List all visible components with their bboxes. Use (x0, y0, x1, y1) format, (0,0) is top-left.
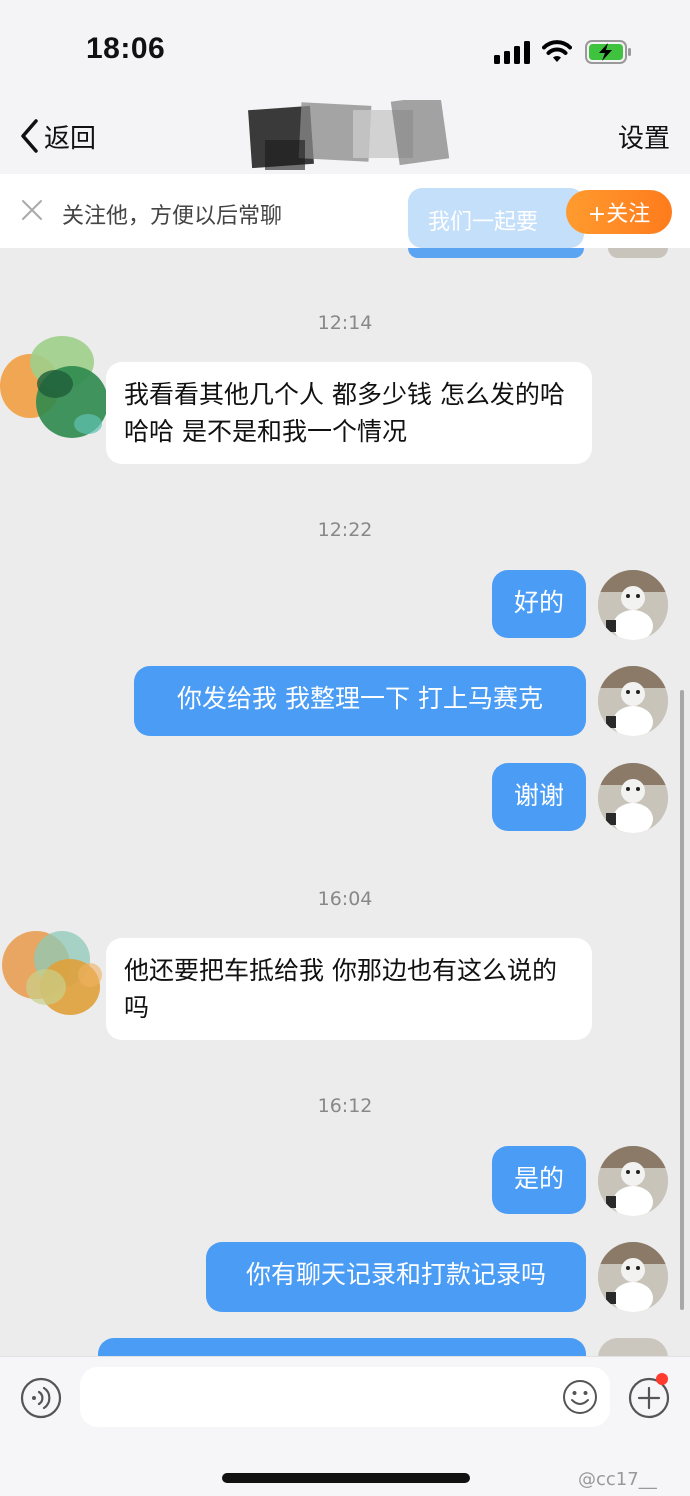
message-timestamp: 12:22 (317, 519, 373, 541)
user-avatar[interactable] (598, 1242, 668, 1312)
message-input[interactable] (80, 1367, 610, 1427)
back-button[interactable]: 返回 (18, 114, 96, 158)
outgoing-message: 你有聊天记录和打款记录吗 (206, 1242, 586, 1312)
user-avatar[interactable] (598, 666, 668, 736)
outgoing-message: 你发给我 我整理一下 打上马赛克 (134, 666, 586, 736)
user-avatar[interactable] (598, 570, 668, 640)
peek-message-text: 我们一起要 (428, 210, 539, 235)
cellular-signal-icon (494, 40, 532, 64)
contact-avatar[interactable] (0, 328, 106, 438)
incoming-message: 他还要把车抵给我 你那边也有这么说的吗 (106, 938, 592, 1040)
avatar (608, 248, 668, 258)
contact-avatar[interactable] (0, 915, 106, 1025)
back-label: 返回 (44, 123, 97, 154)
voice-input-icon[interactable] (20, 1377, 62, 1419)
partial-message-bubble (408, 248, 584, 258)
scrollbar[interactable] (680, 690, 684, 1310)
outgoing-message: 好的 (492, 570, 586, 638)
chevron-left-icon (21, 119, 38, 153)
watermark: @cc17__ (578, 1469, 657, 1490)
follow-banner: 关注他，方便以后常聊 我们一起要 +关注 (0, 174, 690, 248)
home-indicator (222, 1473, 470, 1483)
message-timestamp: 16:04 (317, 888, 373, 910)
follow-button[interactable]: +关注 (566, 190, 672, 234)
battery-charging-icon (585, 40, 631, 64)
emoji-icon[interactable] (562, 1379, 598, 1415)
incoming-message: 我看看其他几个人 都多少钱 怎么发的哈哈哈 是不是和我一个情况 (106, 362, 592, 464)
follow-prompt-text: 关注他，方便以后常聊 (62, 204, 283, 229)
wifi-icon (542, 40, 572, 62)
notification-dot (656, 1373, 668, 1385)
status-bar: 18:06 (0, 0, 690, 100)
input-bar: @cc17__ (0, 1356, 690, 1496)
settings-button[interactable]: 设置 (618, 118, 670, 155)
partial-message-bubble (98, 1338, 586, 1358)
outgoing-message: 是的 (492, 1146, 586, 1214)
redacted-contact-name (248, 100, 450, 170)
status-time: 18:06 (86, 32, 166, 65)
user-avatar[interactable] (598, 1146, 668, 1216)
message-timestamp: 16:12 (317, 1095, 373, 1117)
close-icon[interactable] (18, 196, 46, 224)
outgoing-message: 谢谢 (492, 763, 586, 831)
user-avatar[interactable] (598, 763, 668, 833)
user-avatar (598, 1338, 668, 1358)
peek-message-bubble: 我们一起要 (408, 188, 584, 248)
nav-bar: 返回 设置 (0, 100, 690, 174)
